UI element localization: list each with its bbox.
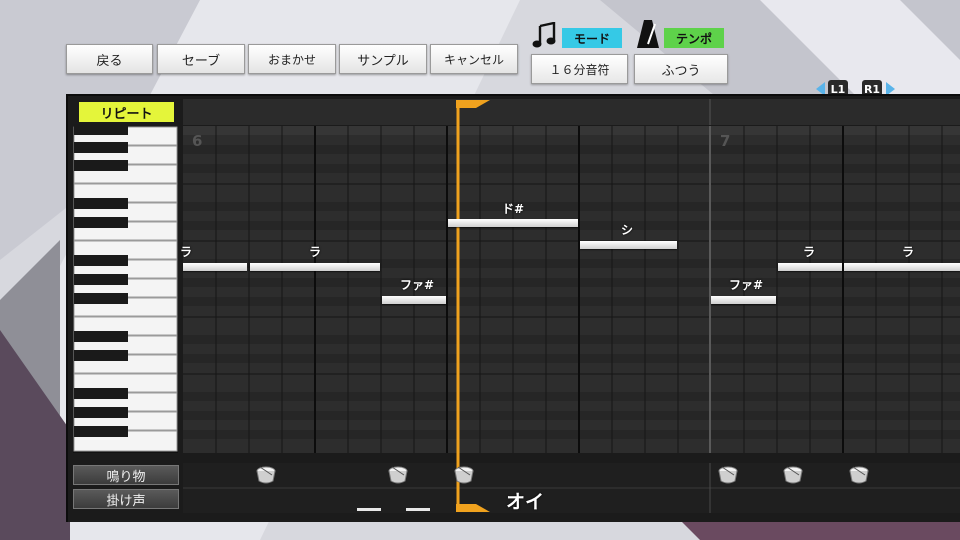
note-label: ラ xyxy=(902,245,915,259)
note-a-1[interactable] xyxy=(183,263,247,271)
drum-icon[interactable] xyxy=(717,464,739,486)
note-label: ファ# xyxy=(729,278,764,292)
drum-icon[interactable] xyxy=(255,464,277,486)
kakegoe-dash xyxy=(406,508,430,511)
kakegoe-text[interactable]: オイ xyxy=(506,487,544,514)
piano-keyboard xyxy=(73,124,178,453)
note-a-4[interactable] xyxy=(844,263,960,271)
note-label: ファ# xyxy=(400,278,435,292)
note-csharp[interactable] xyxy=(448,219,578,227)
measure-number-6: 6 xyxy=(192,132,203,150)
note-fsharp-1[interactable] xyxy=(382,296,446,304)
note-b[interactable] xyxy=(580,241,677,249)
kakegoe-row-label: 掛け声 xyxy=(73,489,179,509)
measure-number-7: 7 xyxy=(720,132,731,150)
note-fsharp-2[interactable] xyxy=(711,296,776,304)
note-label: ラ xyxy=(309,245,322,259)
note-label: シ xyxy=(621,223,634,237)
note-a-2[interactable] xyxy=(250,263,380,271)
note-label: ラ xyxy=(803,245,816,259)
drum-icon[interactable] xyxy=(848,464,870,486)
repeat-label[interactable]: リピート xyxy=(79,102,174,122)
note-label: ド# xyxy=(502,202,525,216)
drum-icon[interactable] xyxy=(387,464,409,486)
drum-icon[interactable] xyxy=(782,464,804,486)
drum-icon[interactable] xyxy=(453,464,475,486)
note-label: ラ xyxy=(180,245,193,259)
note-a-3[interactable] xyxy=(778,263,842,271)
narimono-row-label: 鳴り物 xyxy=(73,465,179,485)
kakegoe-dash xyxy=(357,508,381,511)
